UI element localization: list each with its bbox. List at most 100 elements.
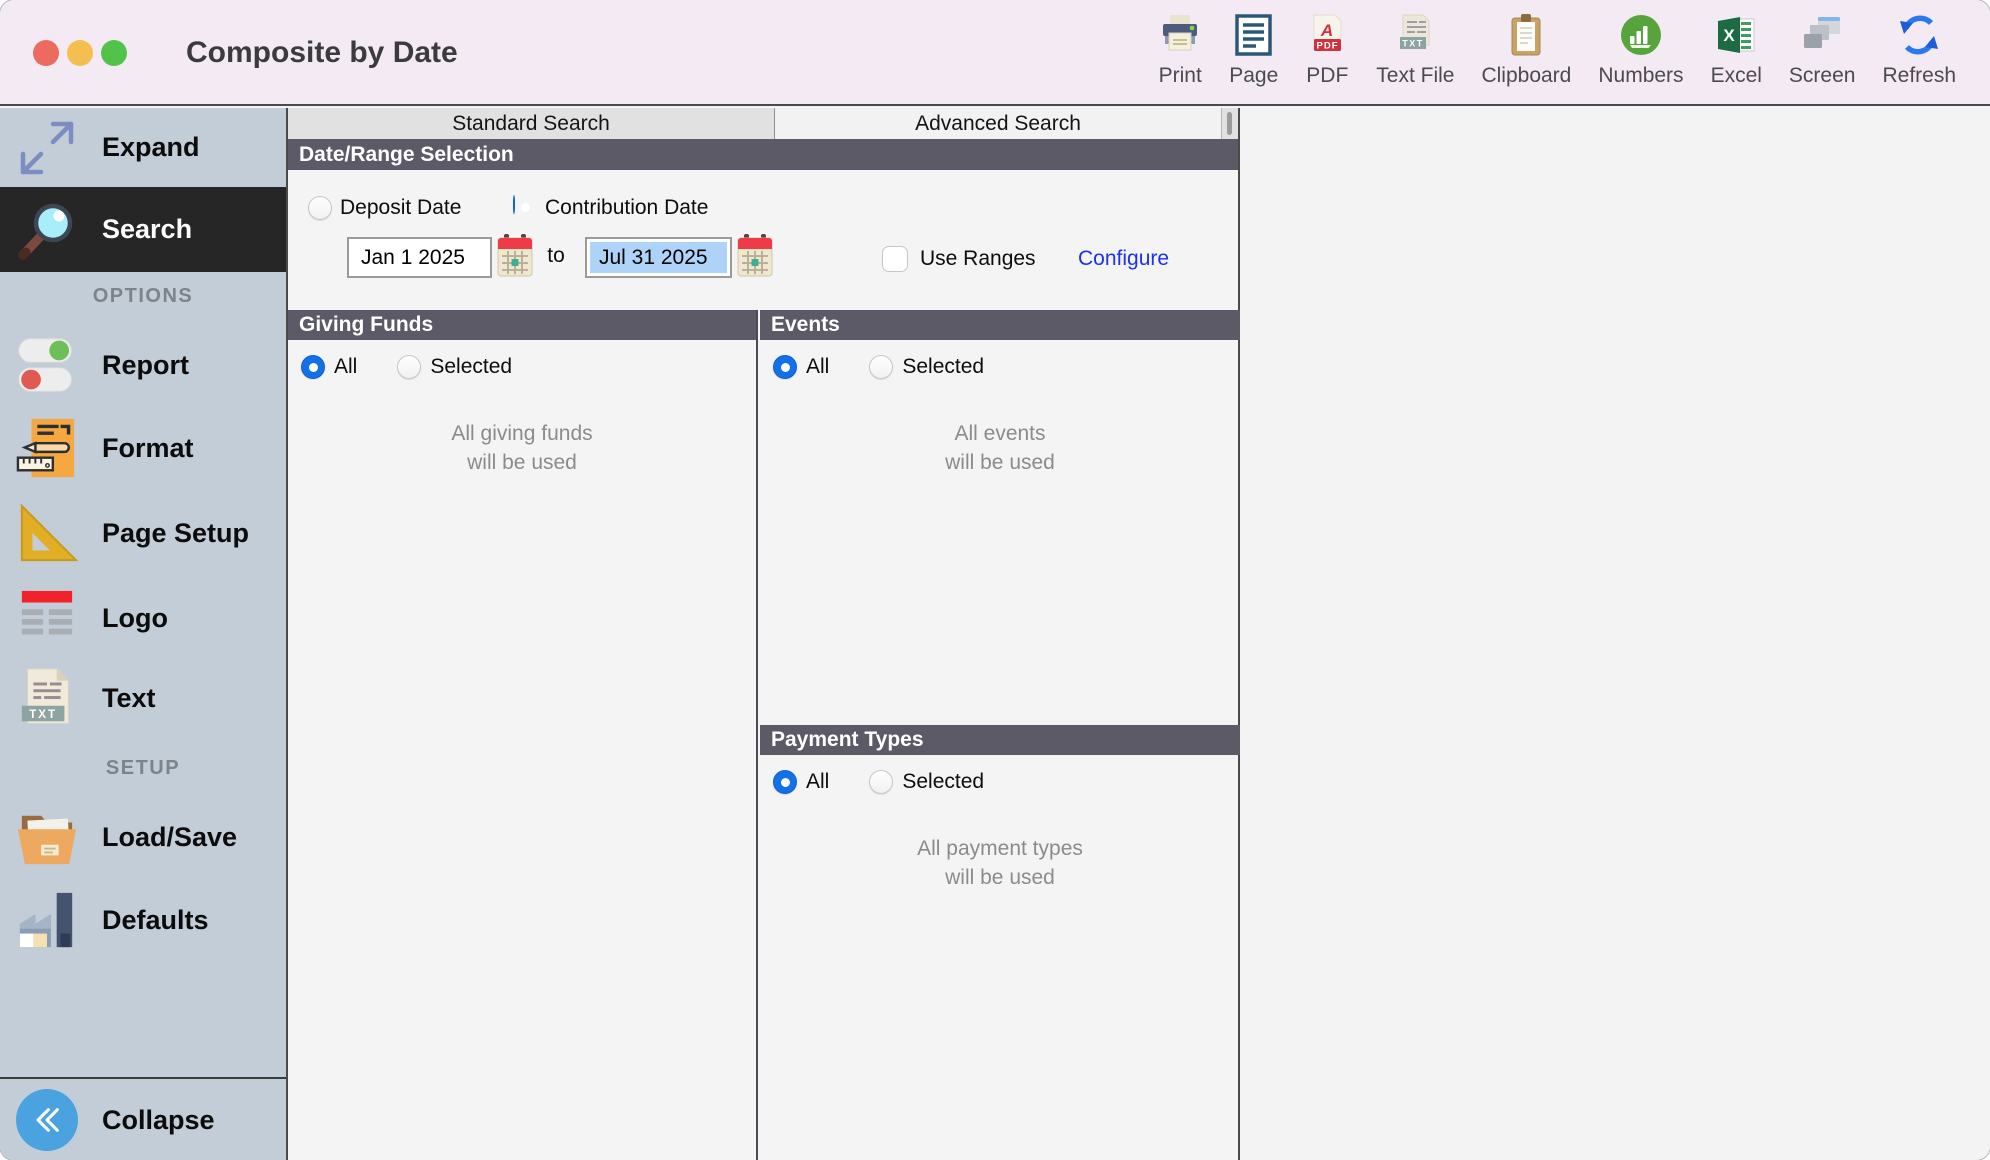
set-square-icon	[14, 502, 80, 564]
contribution-date-radio[interactable]	[513, 195, 515, 214]
tab-advanced-search[interactable]: Advanced Search	[775, 108, 1221, 139]
svg-text:TXT: TXT	[29, 708, 57, 721]
tab-standard-search[interactable]: Standard Search	[288, 108, 775, 139]
giving-funds-selected-radio[interactable]	[397, 355, 421, 379]
svg-text:PDF: PDF	[1317, 41, 1339, 52]
sidebar-item-label: Format	[102, 433, 194, 464]
date-form: Deposit Date Contribution Date to Use Ra…	[288, 170, 1238, 310]
sidebar-item-expand[interactable]: Expand	[0, 108, 286, 187]
giving-funds-radio-row: All Selected	[301, 355, 756, 379]
payment-types-selected-radio[interactable]	[869, 770, 893, 794]
sidebar-item-text[interactable]: TXT Text	[0, 663, 286, 733]
sidebar-item-label: Logo	[102, 603, 168, 634]
events-pane: All Selected All events will be used	[760, 355, 1240, 725]
svg-text:A: A	[1320, 21, 1333, 40]
collapse-icon	[14, 1089, 80, 1151]
body-area: Expand Search OPTIONS Report Format Page…	[0, 108, 1990, 1160]
sidebar-item-collapse[interactable]: Collapse	[0, 1080, 286, 1160]
text-file-button[interactable]: TXT Text File	[1376, 12, 1454, 88]
numbers-button[interactable]: Numbers	[1598, 12, 1683, 88]
sidebar-section-options: OPTIONS	[0, 285, 286, 308]
calendar-to-button[interactable]	[737, 234, 773, 278]
sidebar-item-logo[interactable]: Logo	[0, 583, 286, 653]
payment-types-radio-row: All Selected	[773, 770, 1240, 794]
minimize-button[interactable]	[67, 40, 93, 66]
sidebar-item-report[interactable]: Report	[0, 330, 286, 400]
events-selected-label: Selected	[902, 355, 984, 379]
use-ranges-label: Use Ranges	[920, 246, 1036, 272]
app-window: Composite by Date Print Page APDF PDF TX…	[0, 0, 1990, 1160]
tab-strip	[1221, 108, 1238, 139]
sidebar-item-defaults[interactable]: Defaults	[0, 885, 286, 955]
page-button[interactable]: Page	[1229, 12, 1278, 88]
giving-funds-all-radio[interactable]	[301, 355, 325, 379]
print-button[interactable]: Print	[1158, 12, 1202, 88]
refresh-icon	[1897, 12, 1941, 58]
format-icon	[14, 416, 80, 480]
excel-icon: X	[1714, 12, 1758, 58]
sidebar-item-label: Page Setup	[102, 518, 249, 549]
contribution-date-label: Contribution Date	[545, 195, 708, 221]
print-icon	[1158, 12, 1202, 58]
pdf-icon: APDF	[1305, 12, 1349, 58]
to-label: to	[540, 244, 572, 268]
expand-icon	[14, 116, 80, 180]
toolbar: Print Page APDF PDF TXT Text File Clipbo…	[1158, 12, 1956, 88]
screen-button[interactable]: Screen	[1789, 12, 1856, 88]
payment-types-note: All payment types will be used	[760, 834, 1240, 892]
right-panes: Events All Selected All events will be u…	[760, 310, 1240, 1160]
sidebar-item-label: Load/Save	[102, 822, 237, 853]
payment-types-all-radio[interactable]	[773, 770, 797, 794]
sidebar-item-label: Report	[102, 350, 189, 381]
payment-types-pane: All Selected All payment types will be u…	[760, 770, 1240, 892]
date-range-header: Date/Range Selection	[288, 139, 1238, 170]
deposit-date-label: Deposit Date	[340, 195, 461, 221]
window-controls	[33, 40, 127, 66]
refresh-button[interactable]: Refresh	[1882, 12, 1956, 88]
deposit-date-radio[interactable]	[308, 196, 332, 220]
sidebar-item-page-setup[interactable]: Page Setup	[0, 498, 286, 568]
payment-types-selected-label: Selected	[902, 770, 984, 794]
events-note: All events will be used	[760, 419, 1240, 477]
txt-file-icon: TXT	[14, 666, 80, 730]
date-to-input[interactable]	[585, 237, 732, 278]
excel-button[interactable]: X Excel	[1711, 12, 1762, 88]
tab-bar: Standard Search Advanced Search	[288, 108, 1238, 139]
payment-types-header: Payment Types	[760, 725, 1240, 755]
folder-icon	[14, 808, 80, 866]
sidebar-item-format[interactable]: Format	[0, 413, 286, 483]
use-ranges-checkbox[interactable]	[882, 246, 908, 272]
events-selected-radio[interactable]	[869, 355, 893, 379]
text-file-icon: TXT	[1393, 12, 1437, 58]
events-radio-row: All Selected	[773, 355, 1240, 379]
sidebar-item-load-save[interactable]: Load/Save	[0, 802, 286, 872]
giving-funds-pane: Giving Funds All Selected All giving fun…	[288, 310, 758, 1160]
configure-link[interactable]: Configure	[1078, 246, 1169, 272]
zoom-button[interactable]	[101, 40, 127, 66]
sidebar-item-search[interactable]: Search	[0, 187, 286, 272]
events-all-radio[interactable]	[773, 355, 797, 379]
svg-text:TXT: TXT	[1403, 39, 1425, 49]
pdf-button[interactable]: APDF PDF	[1305, 12, 1349, 88]
factory-icon	[14, 889, 80, 951]
events-header: Events	[760, 310, 1240, 340]
search-icon	[14, 198, 80, 262]
toggles-icon	[14, 336, 80, 394]
sidebar-divider	[0, 1077, 286, 1079]
date-from-input[interactable]	[347, 237, 492, 278]
page-icon	[1232, 12, 1276, 58]
window-title: Composite by Date	[186, 0, 458, 106]
search-panel: Standard Search Advanced Search Date/Ran…	[288, 108, 1240, 1160]
svg-text:X: X	[1724, 26, 1736, 45]
clipboard-icon	[1504, 12, 1548, 58]
calendar-from-button[interactable]	[497, 234, 533, 278]
clipboard-button[interactable]: Clipboard	[1481, 12, 1571, 88]
giving-funds-all-label: All	[334, 355, 357, 379]
sidebar-item-label: Collapse	[102, 1105, 215, 1136]
filter-panes: Giving Funds All Selected All giving fun…	[288, 310, 1238, 1160]
sidebar: Expand Search OPTIONS Report Format Page…	[0, 108, 288, 1160]
sidebar-item-label: Defaults	[102, 905, 209, 936]
close-button[interactable]	[33, 40, 59, 66]
sidebar-item-label: Search	[102, 214, 192, 245]
scrollbar-thumb[interactable]	[1227, 112, 1232, 135]
